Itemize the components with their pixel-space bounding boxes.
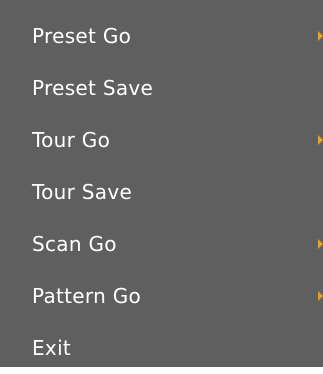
menu-item-tour-go[interactable]: Tour Go <box>0 114 323 166</box>
context-menu: Preset Go Preset Save Tour Go Tour Save … <box>0 0 323 367</box>
menu-item-label: Scan Go <box>32 232 117 256</box>
menu-item-preset-save[interactable]: Preset Save <box>0 62 323 114</box>
menu-item-label: Preset Go <box>32 24 132 48</box>
menu-item-scan-go[interactable]: Scan Go <box>0 218 323 270</box>
menu-item-label: Pattern Go <box>32 284 142 308</box>
chevron-right-icon <box>318 31 323 41</box>
menu-item-label: Tour Go <box>32 128 111 152</box>
menu-item-label: Preset Save <box>32 76 154 100</box>
menu-item-tour-save[interactable]: Tour Save <box>0 166 323 218</box>
menu-item-exit[interactable]: Exit <box>0 322 323 374</box>
menu-item-label: Tour Save <box>32 180 133 204</box>
menu-item-label: Exit <box>32 336 72 360</box>
chevron-right-icon <box>318 239 323 249</box>
chevron-right-icon <box>318 135 323 145</box>
menu-item-preset-go[interactable]: Preset Go <box>0 10 323 62</box>
chevron-right-icon <box>318 291 323 301</box>
menu-item-pattern-go[interactable]: Pattern Go <box>0 270 323 322</box>
